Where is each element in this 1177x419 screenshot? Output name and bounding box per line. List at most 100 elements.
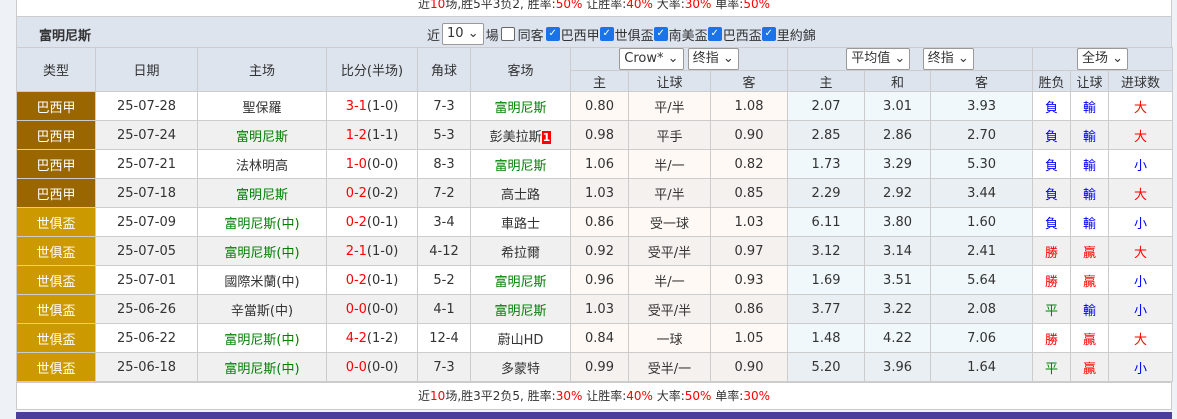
matches-table: 类型 日期 主场 比分(半场) 角球 客场 Crow* ⌄ 终指 ⌄ 平均值 ⌄… [16,47,1174,382]
date-cell: 25-07-28 [95,91,198,121]
result-cell: 輸 [1070,149,1110,179]
odds-cell: 0.86 [709,294,789,324]
away-team-cell[interactable]: 富明尼斯 [470,294,571,324]
result-cell: 贏 [1070,236,1110,266]
home-team-cell[interactable]: 富明尼斯(中) [197,352,327,382]
score-cell[interactable]: 1-2(1-1) [326,120,418,150]
chevron-down-icon: ⌄ [467,26,479,41]
odds-cell: 7.06 [930,323,1034,353]
odds-cell: 0.86 [570,207,629,237]
score-cell[interactable]: 0-2(0-1) [326,265,418,295]
same-away-checkbox[interactable] [500,27,515,41]
away-team-cell[interactable]: 富明尼斯 [470,149,571,179]
away-team-cell[interactable]: 富明尼斯 [470,265,571,295]
score-cell[interactable]: 4-2(1-2) [326,323,418,353]
result-cell: 大 [1108,236,1174,266]
col-corner: 角球 [417,47,471,92]
table-row: 世俱盃 25-07-05 富明尼斯(中) 2-1(1-0) 4-12 希拉爾 0.92 受平/… [16,236,1174,266]
home-team-cell[interactable]: 富明尼斯 [197,178,327,208]
league-cell[interactable]: 巴西甲 [16,149,96,179]
away-team-cell[interactable]: 富明尼斯 [470,91,571,121]
odds-cell: 3.77 [787,294,866,324]
score-cell[interactable]: 0-0(0-0) [326,294,418,324]
score-cell[interactable]: 3-1(1-0) [326,91,418,121]
home-team-cell[interactable]: 辛當斯(中) [197,294,327,324]
filter-checkbox[interactable]: ✓ [761,27,776,41]
away-team-cell[interactable]: 車路士 [470,207,571,237]
result-cell: 負 [1032,91,1072,121]
odds-cell: 2.92 [864,178,932,208]
near-label: 近 [427,28,441,44]
filter-checkbox[interactable]: ✓ [599,27,614,41]
result-cell: 贏 [1070,323,1110,353]
league-cell[interactable]: 世俱盃 [16,352,96,382]
score-cell[interactable]: 1-0(0-0) [326,149,418,179]
home-team-cell[interactable]: 法林明高 [197,149,327,179]
odds-cell: 5.64 [930,265,1034,295]
date-cell: 25-06-22 [95,323,198,353]
away-team-cell[interactable]: 多蒙特 [470,352,571,382]
away-team-cell[interactable]: 彭美拉斯1 [470,120,571,150]
date-cell: 25-06-18 [95,352,198,382]
league-cell[interactable]: 巴西甲 [16,120,96,150]
score-cell[interactable]: 0-2(0-2) [326,178,418,208]
result-cell: 小 [1108,294,1174,324]
result-cell: 輸 [1070,178,1110,208]
odds-kind2-select[interactable]: 终指 ⌄ [922,48,974,70]
home-team-cell[interactable]: 富明尼斯(中) [197,323,327,353]
score-cell[interactable]: 2-1(1-0) [326,236,418,266]
corner-cell: 8-3 [417,149,471,179]
period-select[interactable]: 全场 ⌄ [1077,48,1129,70]
odds-cell: 3.96 [864,352,932,382]
odds-cell: 0.82 [709,149,789,179]
date-cell: 25-07-21 [95,149,198,179]
result-cell: 小 [1108,352,1174,382]
table-row: 世俱盃 25-07-01 國際米蘭(中) 0-2(0-1) 5-2 富明尼斯 0.96 半/一… [16,265,1174,295]
odds-cell: 0.97 [709,236,789,266]
home-team-cell[interactable]: 富明尼斯(中) [197,207,327,237]
league-cell[interactable]: 世俱盃 [16,236,96,266]
table-row: 世俱盃 25-07-09 富明尼斯(中) 0-2(0-1) 3-4 車路士 0.86 受一球 1… [16,207,1174,237]
home-team-cell[interactable]: 富明尼斯 [197,120,327,150]
home-team-cell[interactable]: 聖保羅 [197,91,327,121]
odds-cell: 2.70 [930,120,1034,150]
odds-cell: 受一球 [628,207,711,237]
date-cell: 25-06-26 [95,294,198,324]
match-count-select[interactable]: 10 ⌄ [442,23,484,45]
league-cell[interactable]: 巴西甲 [16,91,96,121]
subcol-header: 主 [787,70,866,92]
odds-cell: 3.29 [864,149,932,179]
odds-cell: 3.51 [864,265,932,295]
league-cell[interactable]: 世俱盃 [16,207,96,237]
result-cell: 負 [1032,178,1072,208]
odds-cell: 3.80 [864,207,932,237]
away-team-cell[interactable]: 蔚山HD [470,323,571,353]
recent-matches-panel: 近10场,胜5平3负2, 胜率:50% 让胜率:40% 大率:30% 单率:50… [16,0,1174,410]
filter-checkbox[interactable]: ✓ [707,27,722,41]
league-cell[interactable]: 世俱盃 [16,323,96,353]
score-cell[interactable]: 0-0(0-0) [326,352,418,382]
away-team-cell[interactable]: 高士路 [470,178,571,208]
odds-cell: 3.22 [864,294,932,324]
result-cell: 大 [1108,120,1174,150]
company-select[interactable]: Crow* ⌄ [619,48,684,70]
filter-checkbox[interactable]: ✓ [653,27,668,41]
odds-cell: 平/半 [628,91,711,121]
odds-kind-select[interactable]: 终指 ⌄ [687,48,739,70]
home-team-cell[interactable]: 富明尼斯(中) [197,236,327,266]
filter-checkbox[interactable]: ✓ [545,27,560,41]
col-score: 比分(半场) [326,47,418,92]
average-select[interactable]: 平均值 ⌄ [846,48,911,70]
result-cell: 輸 [1070,207,1110,237]
score-cell[interactable]: 0-2(0-1) [326,207,418,237]
avg-odds-header: 平均值 ⌄ 终指 ⌄ [787,47,1034,71]
home-team-cell[interactable]: 國際米蘭(中) [197,265,327,295]
league-cell[interactable]: 世俱盃 [16,265,96,295]
odds-cell: 0.90 [709,120,789,150]
date-cell: 25-07-24 [95,120,198,150]
date-cell: 25-07-01 [95,265,198,295]
away-team-cell[interactable]: 希拉爾 [470,236,571,266]
league-cell[interactable]: 巴西甲 [16,178,96,208]
league-cell[interactable]: 世俱盃 [16,294,96,324]
subcol-header: 主 [570,70,629,92]
